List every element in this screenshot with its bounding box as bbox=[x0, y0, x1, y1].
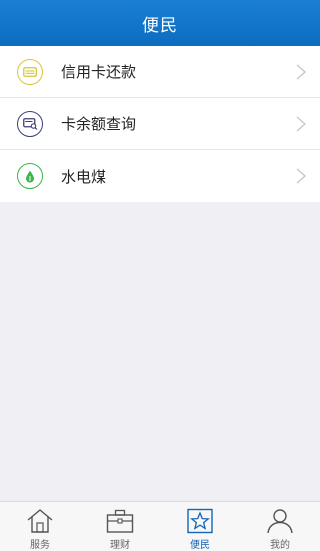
credit-card-icon bbox=[17, 58, 43, 85]
bottom-tab-bar: 服务 理财 便民 我的 bbox=[0, 501, 320, 551]
list-item-label: 信用卡还款 bbox=[61, 63, 137, 81]
chevron-right-icon bbox=[296, 64, 306, 80]
list-item-card-balance-query[interactable]: 卡余额查询 bbox=[0, 98, 320, 150]
tab-finance[interactable]: 理财 bbox=[80, 502, 160, 551]
person-icon bbox=[267, 509, 293, 534]
list-item-label: 水电煤 bbox=[61, 167, 107, 186]
star-icon bbox=[187, 508, 213, 534]
list-item-utilities[interactable]: 水电煤 bbox=[0, 150, 320, 202]
tab-service[interactable]: 服务 bbox=[0, 502, 80, 551]
tab-convenience[interactable]: 便民 bbox=[160, 502, 240, 551]
tab-label: 服务 bbox=[30, 540, 50, 551]
chevron-right-icon bbox=[296, 116, 306, 132]
page-title-bar: 便民 bbox=[0, 0, 320, 46]
water-drop-icon bbox=[17, 163, 43, 189]
briefcase-icon bbox=[106, 509, 134, 533]
service-list: 信用卡还款 卡余额查询 水电煤 bbox=[0, 46, 320, 202]
home-icon bbox=[27, 509, 53, 533]
tab-label: 便民 bbox=[190, 540, 210, 551]
list-item-credit-card-repayment[interactable]: 信用卡还款 bbox=[0, 46, 320, 98]
tab-label: 理财 bbox=[110, 540, 130, 551]
page-title: 便民 bbox=[142, 15, 178, 36]
chevron-right-icon bbox=[296, 168, 306, 184]
list-item-label: 卡余额查询 bbox=[61, 115, 137, 133]
card-search-icon bbox=[17, 110, 43, 137]
tab-label: 我的 bbox=[270, 540, 290, 551]
tab-mine[interactable]: 我的 bbox=[240, 502, 320, 551]
